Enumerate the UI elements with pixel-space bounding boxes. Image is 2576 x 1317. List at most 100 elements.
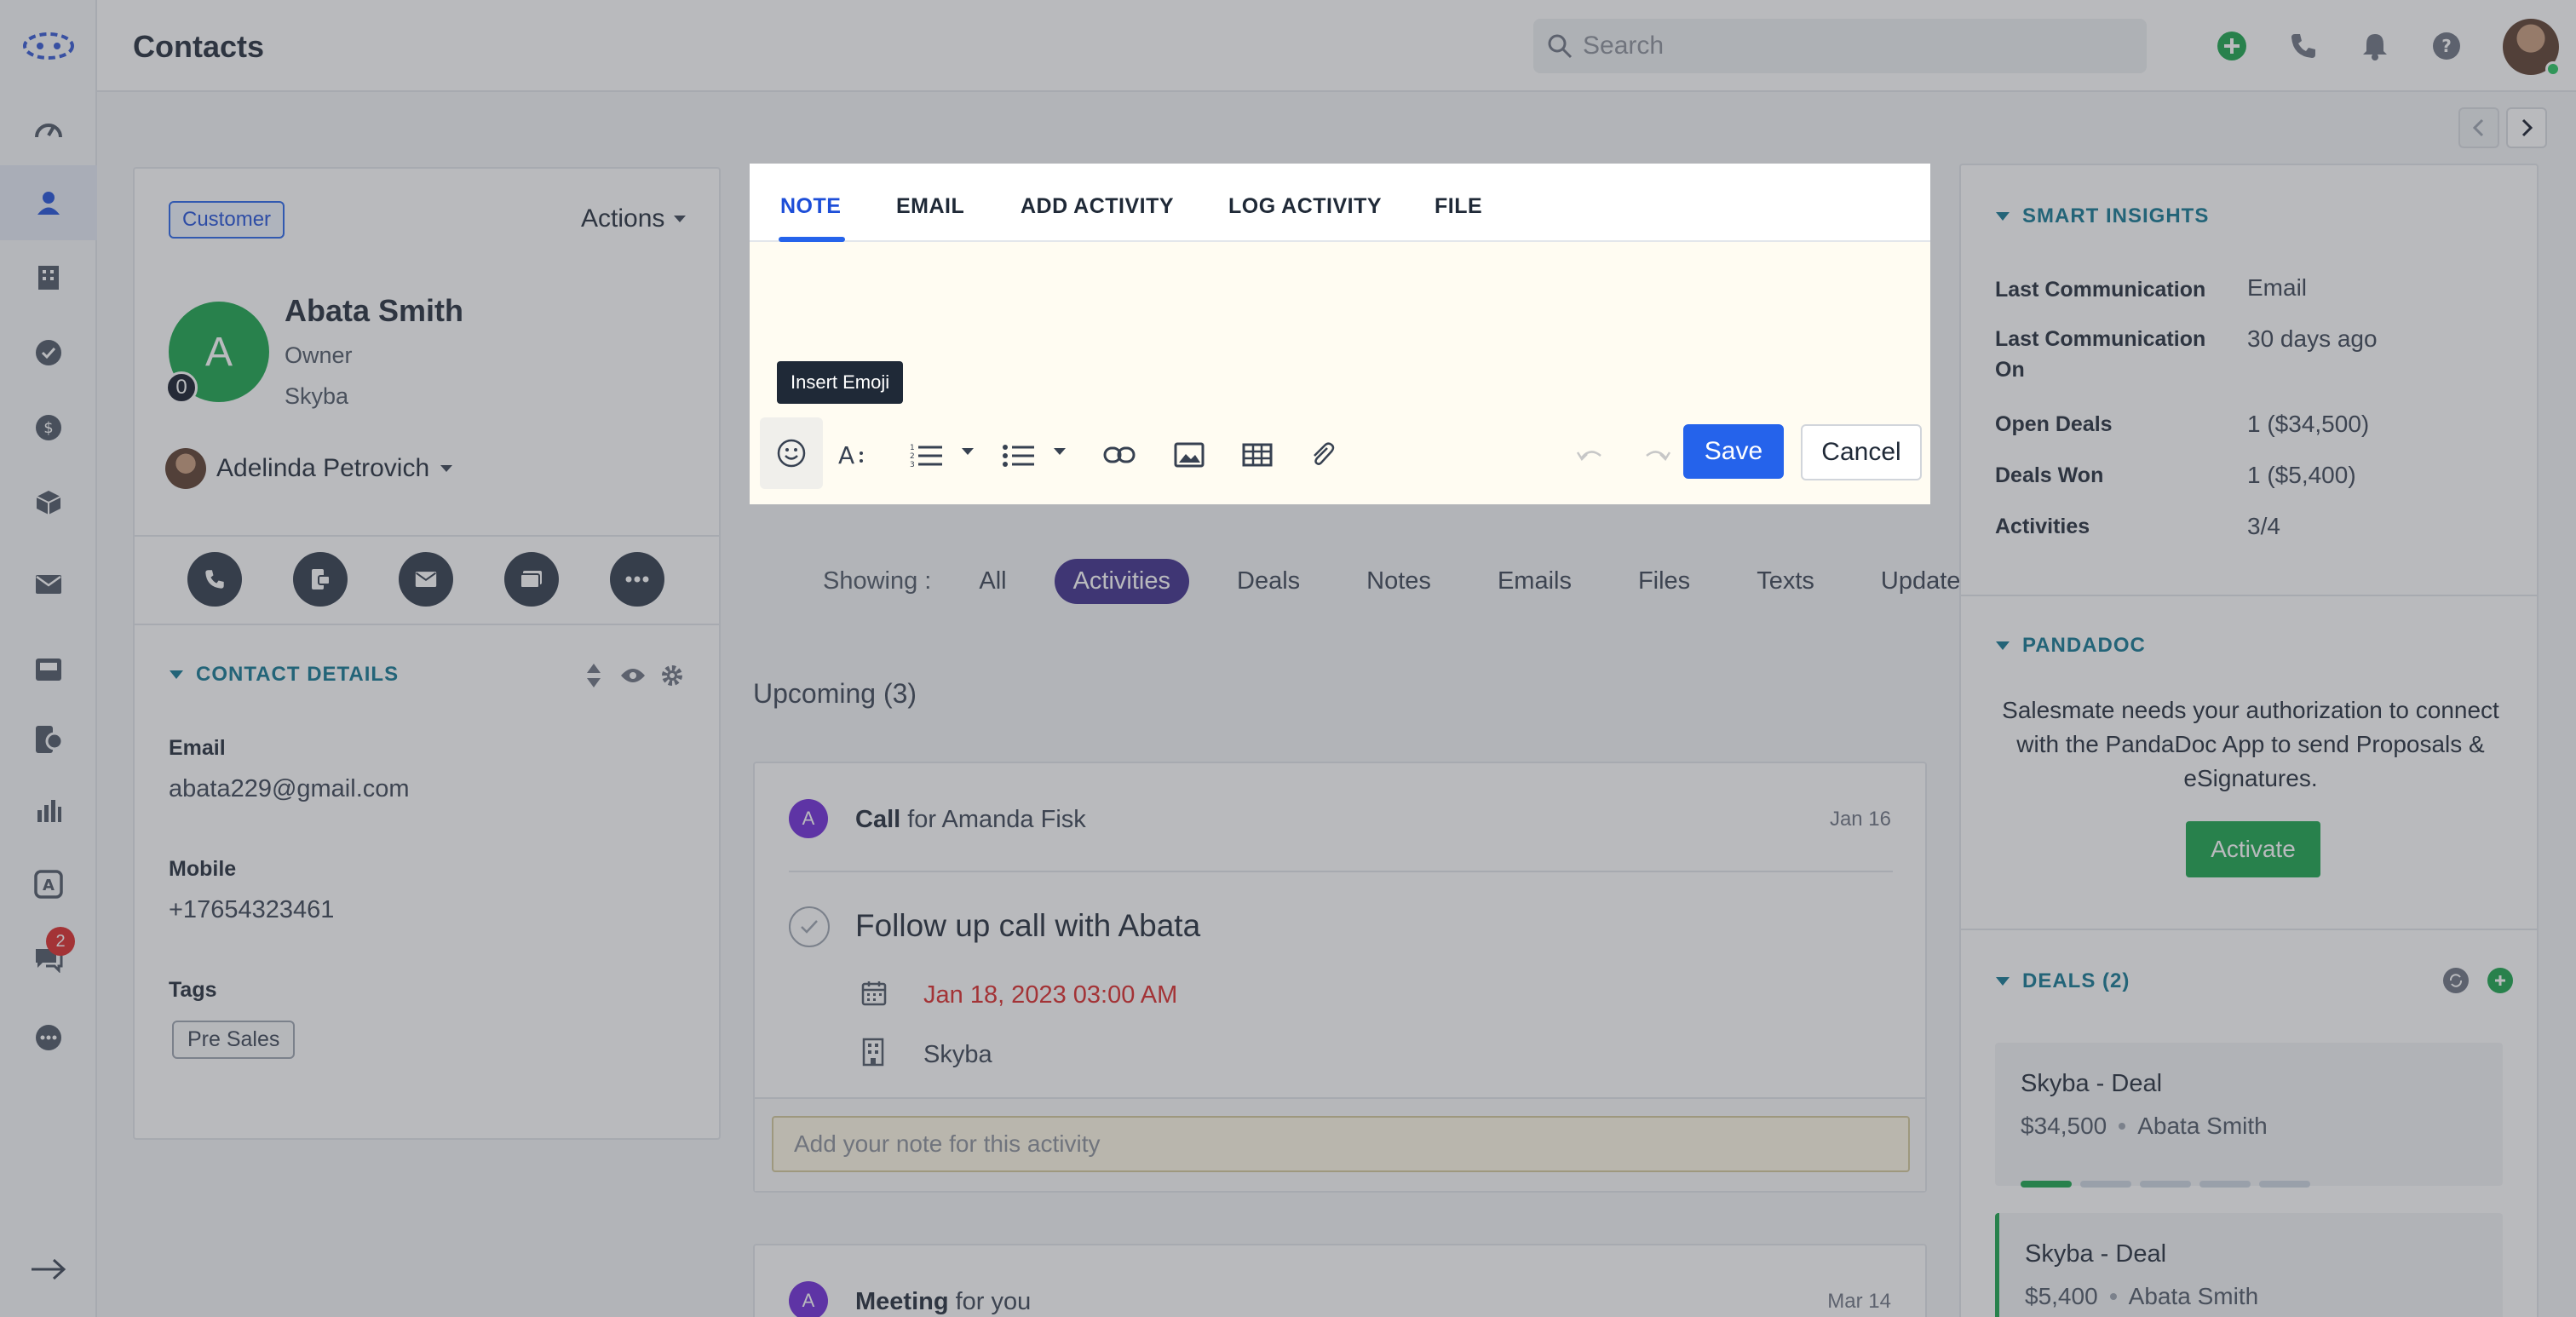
save-note-button[interactable]: Save — [1683, 424, 1784, 479]
contact-role: Owner — [285, 342, 353, 368]
insert-image-icon[interactable] — [1172, 440, 1206, 470]
contact-company[interactable]: Skyba — [285, 383, 348, 410]
next-record-button[interactable] — [2506, 107, 2547, 148]
deals-toggle[interactable]: DEALS (2) — [1995, 969, 2130, 993]
numbered-list-icon[interactable]: 123 — [910, 440, 944, 470]
deal-meta: $5,400 Abata Smith — [2025, 1283, 2258, 1310]
deal-card[interactable]: Skyba - Deal $5,400 Abata Smith — [1995, 1213, 2503, 1317]
search-input[interactable] — [1583, 32, 2111, 60]
email-field-label: Email — [169, 736, 226, 760]
mail-stack-icon — [520, 571, 542, 589]
more-apps-icon[interactable] — [0, 1000, 97, 1075]
mobile-field-value[interactable]: +17654323461 — [169, 896, 334, 924]
global-search[interactable] — [1533, 19, 2147, 73]
email-icon[interactable] — [0, 547, 97, 622]
deals-dollar-icon[interactable]: $ — [0, 390, 97, 465]
filter-emails[interactable]: Emails — [1479, 559, 1590, 604]
app-logo[interactable] — [0, 9, 97, 83]
filter-deals[interactable]: Deals — [1218, 559, 1319, 604]
bullet-list-options-caret-icon[interactable] — [1051, 436, 1068, 467]
activity-title[interactable]: Meeting for you — [855, 1288, 1031, 1316]
more-actions-button[interactable] — [610, 552, 664, 607]
activate-pandadoc-button[interactable]: Activate — [2186, 821, 2320, 877]
add-deal-plus-icon[interactable] — [2487, 968, 2513, 993]
call-button[interactable] — [187, 552, 242, 607]
email-field-value[interactable]: abata229@gmail.com — [169, 775, 410, 803]
filter-notes[interactable]: Notes — [1348, 559, 1450, 604]
tab-file[interactable]: FILE — [1435, 194, 1482, 219]
text-size-icon[interactable]: A — [837, 440, 871, 470]
activity-title[interactable]: Call for Amanda Fisk — [855, 806, 1086, 834]
cancel-note-button[interactable]: Cancel — [1801, 424, 1922, 480]
owner-selector[interactable]: Adelinda Petrovich — [165, 448, 453, 489]
stage-segment — [2259, 1181, 2310, 1188]
email-icon — [415, 572, 437, 587]
insight-value: 30 days ago — [2247, 325, 2378, 352]
activity-note-input[interactable] — [772, 1116, 1910, 1172]
activity-card: A Call for Amanda Fisk Jan 16 Follow up … — [753, 762, 1927, 1193]
send-email-button[interactable] — [399, 552, 453, 607]
mobile-field-label: Mobile — [169, 857, 237, 881]
companies-icon[interactable] — [0, 240, 97, 315]
phone-list-icon[interactable] — [0, 702, 97, 777]
showing-label: Showing : — [823, 566, 932, 595]
actions-dropdown[interactable]: Actions — [581, 204, 687, 233]
settings-gear-icon[interactable] — [658, 661, 687, 690]
filter-all[interactable]: All — [960, 559, 1025, 604]
activity-subject[interactable]: Follow up call with Abata — [855, 908, 1200, 944]
tasks-check-icon[interactable] — [0, 315, 97, 390]
contact-name[interactable]: Abata Smith — [285, 293, 463, 329]
automation-icon[interactable]: A — [0, 847, 97, 922]
deal-amount: $5,400 — [2025, 1283, 2098, 1309]
stage-segment — [2199, 1181, 2251, 1188]
redo-icon[interactable] — [1641, 440, 1675, 470]
tab-add-activity[interactable]: ADD ACTIVITY — [1021, 194, 1174, 219]
reorder-fields-icon[interactable] — [579, 661, 608, 690]
tag-chip[interactable]: Pre Sales — [172, 1021, 296, 1059]
expand-rail-arrow-icon[interactable] — [0, 1232, 97, 1307]
insert-link-icon[interactable] — [1102, 440, 1136, 470]
activity-company[interactable]: Skyba — [923, 1041, 992, 1069]
view-eye-icon[interactable] — [618, 661, 647, 690]
bulk-email-button[interactable] — [504, 552, 559, 607]
tab-log-activity[interactable]: LOG ACTIVITY — [1228, 194, 1382, 219]
tab-email[interactable]: EMAIL — [896, 194, 964, 219]
previous-record-button[interactable] — [2458, 107, 2499, 148]
note-editor[interactable]: Insert Emoji A 123 Save Cancel — [750, 242, 1930, 504]
deal-name[interactable]: Skyba - Deal — [2021, 1070, 2162, 1098]
text-message-button[interactable] — [293, 552, 348, 607]
undo-icon[interactable] — [1573, 440, 1607, 470]
notifications-bell-icon[interactable] — [2355, 26, 2395, 66]
deal-card[interactable]: Skyba - Deal $34,500 Abata Smith — [1995, 1043, 2503, 1188]
smart-insights-header: SMART INSIGHTS — [2022, 204, 2210, 227]
deal-name[interactable]: Skyba - Deal — [2025, 1240, 2166, 1268]
pandadoc-auth-message: Salesmate needs your authorization to co… — [2002, 697, 2499, 791]
contact-details-toggle[interactable]: CONTACT DETAILS — [169, 663, 399, 687]
filter-texts[interactable]: Texts — [1738, 559, 1833, 604]
help-question-icon[interactable]: ? — [2426, 26, 2467, 66]
refresh-deals-icon[interactable] — [2443, 968, 2469, 993]
divider — [1961, 595, 2537, 596]
pandadoc-toggle[interactable]: PANDADOC — [1995, 634, 2146, 658]
tab-note[interactable]: NOTE — [780, 194, 841, 219]
svg-text:$: $ — [43, 419, 53, 437]
quick-add-plus-icon[interactable] — [2211, 26, 2252, 66]
filter-activities[interactable]: Activities — [1054, 558, 1190, 604]
dashboard-icon[interactable] — [0, 90, 97, 165]
reports-bar-icon[interactable] — [0, 772, 97, 847]
numbered-list-options-caret-icon[interactable] — [959, 436, 976, 467]
phone-icon[interactable] — [2283, 26, 2324, 66]
smart-insights-toggle[interactable]: SMART INSIGHTS — [1995, 204, 2209, 228]
inbox-icon[interactable] — [0, 632, 97, 707]
mark-complete-checkbox[interactable] — [789, 906, 830, 947]
attach-paperclip-icon[interactable] — [1305, 440, 1339, 470]
insert-table-icon[interactable] — [1240, 440, 1274, 470]
bullet-list-icon[interactable] — [1002, 440, 1036, 470]
current-user-avatar[interactable] — [2503, 19, 2561, 77]
filter-files[interactable]: Files — [1619, 559, 1709, 604]
contacts-icon[interactable] — [0, 165, 97, 240]
note-composer: NOTE EMAIL ADD ACTIVITY LOG ACTIVITY FIL… — [750, 164, 1930, 504]
products-box-icon[interactable] — [0, 465, 97, 540]
insert-emoji-button[interactable] — [760, 417, 823, 489]
check-icon — [801, 920, 818, 934]
